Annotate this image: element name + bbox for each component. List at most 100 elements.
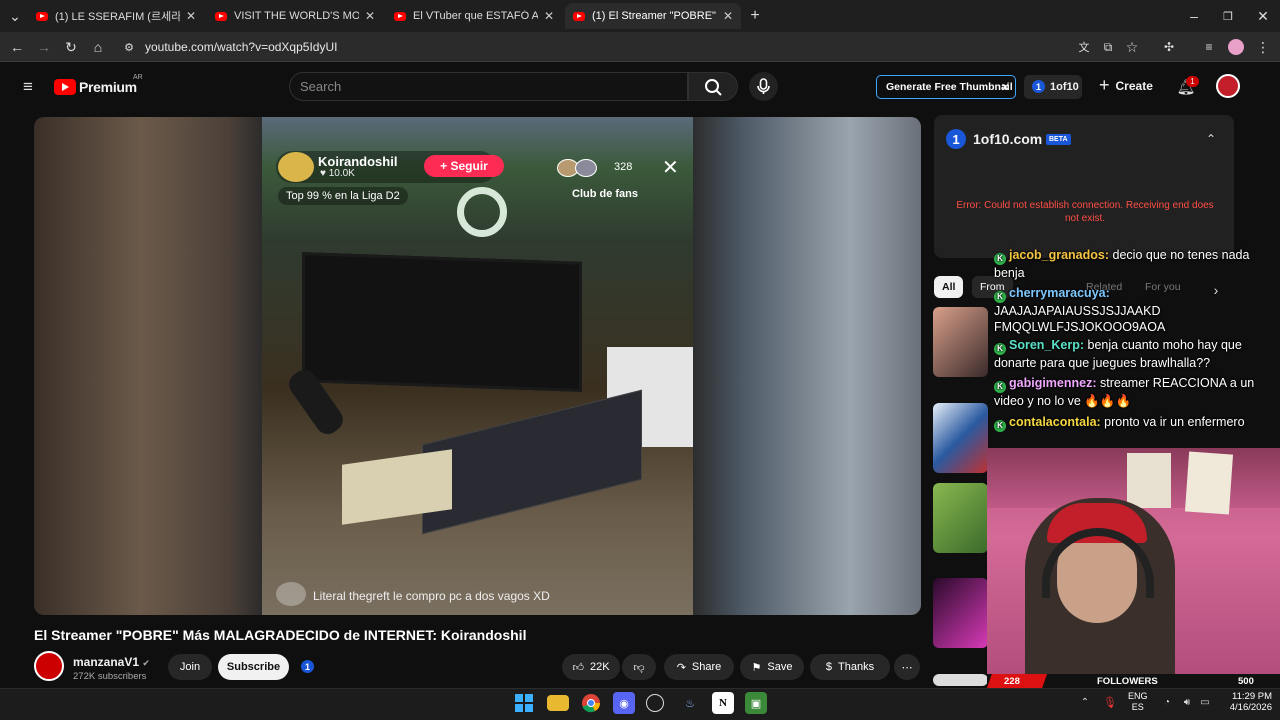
video-title: El Streamer "POBRE" Más MALAGRADECIDO de… xyxy=(34,627,527,643)
oneof10-extension-button[interactable]: 1 1of10 xyxy=(1024,75,1082,99)
close-icon[interactable]: ✕ xyxy=(1001,81,1010,94)
comment-avatar xyxy=(276,582,306,606)
chat-badge-icon: K xyxy=(994,253,1006,265)
collapse-chevron-icon[interactable]: ⌃ xyxy=(1201,129,1221,149)
filter-chip-all[interactable]: All xyxy=(934,276,964,298)
install-app-icon[interactable]: ⧉ xyxy=(1099,38,1117,56)
ring-light-object xyxy=(457,187,507,237)
close-tab-icon[interactable]: ✕ xyxy=(723,9,733,23)
clock-date: 4/16/2026 xyxy=(1229,702,1272,713)
media-controls-icon[interactable]: ≡ xyxy=(1200,38,1218,56)
profile-avatar[interactable] xyxy=(1228,39,1244,55)
beta-badge: BETA xyxy=(1046,134,1071,145)
app-icon[interactable]: ▣ xyxy=(745,692,767,714)
account-avatar[interactable] xyxy=(1216,74,1240,98)
search-icon xyxy=(705,79,722,96)
translate-icon[interactable]: 文 xyxy=(1075,38,1093,56)
minimize-icon[interactable]: – xyxy=(1186,6,1202,26)
close-tab-icon[interactable]: ✕ xyxy=(544,9,554,23)
new-tab-icon[interactable]: + xyxy=(745,6,765,26)
forward-icon[interactable]: → xyxy=(35,38,53,56)
chat-message: Kjacob_granados: decio que no tenes nada… xyxy=(994,247,1278,281)
maximize-icon[interactable]: ❐ xyxy=(1220,6,1236,26)
thanks-button[interactable]: $ Thanks xyxy=(810,654,890,680)
save-button[interactable]: ⚑ Save xyxy=(740,654,804,680)
follower-goal-bar: 228 FOLLOWERS 500 xyxy=(987,674,1280,688)
close-window-icon[interactable]: ✕ xyxy=(1255,6,1271,26)
chrome-logo-icon xyxy=(582,694,600,713)
reload-icon[interactable]: ↻ xyxy=(62,38,80,56)
tiktok-viewer-avatars xyxy=(557,159,601,177)
thumbs-up-icon: 👍︎ xyxy=(572,661,584,674)
browser-tab-active[interactable]: (1) El Streamer "POBRE" Más M✕ xyxy=(565,3,741,29)
channel-name[interactable]: manzanaV1 ✔ xyxy=(73,655,150,669)
tiktok-likes: ♥ 10.0K xyxy=(320,168,355,179)
browser-tab[interactable]: VISIT THE WORLD'S MOST HUN✕ xyxy=(207,3,383,29)
file-explorer-icon[interactable] xyxy=(547,695,569,711)
youtube-premium-logo[interactable]: Premium xyxy=(79,79,137,95)
recommended-video-thumbnail[interactable] xyxy=(933,578,988,648)
tab-search-icon[interactable]: ⌄ xyxy=(6,7,24,25)
oneof10-panel-title: 1of10.com xyxy=(973,131,1043,147)
volume-icon[interactable]: 🔊︎ xyxy=(1180,694,1194,710)
oneof10-label: 1of10 xyxy=(1050,81,1079,93)
close-tab-icon[interactable]: ✕ xyxy=(186,9,196,23)
extensions-icon[interactable]: ✣ xyxy=(1160,38,1178,56)
chat-badge-icon: K xyxy=(994,291,1006,303)
voice-search-button[interactable] xyxy=(749,72,778,101)
chat-username: gabigimennez: xyxy=(1009,376,1097,390)
steam-icon[interactable]: ♨ xyxy=(679,692,701,714)
browser-tab[interactable]: El VTuber que ESTAFÓ A LA ÉLI✕ xyxy=(386,3,562,29)
share-icon: ↷ xyxy=(676,661,686,674)
follower-goal-label: FOLLOWERS xyxy=(1097,676,1158,687)
generate-thumbnail-button[interactable]: Generate Free Thumbnail ✕ xyxy=(876,75,1016,99)
youtube-favicon-icon xyxy=(394,11,406,21)
video-player[interactable]: Koirandoshil ♥ 10.0K + Seguir 328 ✕ Top … xyxy=(34,117,921,615)
like-button[interactable]: 👍︎ 22K xyxy=(562,654,620,680)
recommended-video-thumbnail[interactable] xyxy=(933,674,988,686)
chrome-icon[interactable] xyxy=(580,692,602,714)
url-field[interactable]: youtube.com/watch?v=odXqp5IdyUI xyxy=(145,40,337,54)
follower-goal-target: 500 xyxy=(1238,676,1254,687)
search-button[interactable] xyxy=(688,72,738,101)
keyboard-layout: ES xyxy=(1131,702,1144,712)
notion-icon[interactable]: N xyxy=(712,692,734,714)
system-clock[interactable]: 11:29 PM 4/16/2026 xyxy=(1222,691,1272,713)
verified-check-icon: ✔ xyxy=(142,658,150,668)
close-tab-icon[interactable]: ✕ xyxy=(365,9,375,23)
hamburger-menu-icon[interactable]: ≡ xyxy=(18,77,38,97)
wifi-icon[interactable]: ◔ xyxy=(1160,694,1174,710)
create-button[interactable]: + Create xyxy=(1099,75,1153,96)
home-icon[interactable]: ⌂ xyxy=(89,38,107,56)
dislike-button[interactable]: 👎︎ xyxy=(622,654,656,680)
recommended-video-thumbnail[interactable] xyxy=(933,307,988,377)
back-icon[interactable]: ← xyxy=(8,38,26,56)
tiktok-comment: Literal thegreft le compro pc a dos vago… xyxy=(313,589,550,603)
subscribe-button[interactable]: Subscribe xyxy=(218,654,289,680)
channel-avatar[interactable] xyxy=(34,651,64,681)
tiktok-rank-text: Top 99 % en la Liga D2 xyxy=(286,190,400,202)
bookmark-star-icon[interactable]: ☆ xyxy=(1123,38,1141,56)
youtube-logo-icon[interactable] xyxy=(54,79,76,95)
browser-menu-icon[interactable]: ⋮ xyxy=(1256,38,1270,56)
discord-icon[interactable]: ◉ xyxy=(613,692,635,714)
tiktok-avatar xyxy=(278,152,314,182)
tray-overflow-icon[interactable]: ⌃ xyxy=(1078,694,1092,710)
join-button[interactable]: Join xyxy=(168,654,212,680)
recommended-video-thumbnail[interactable] xyxy=(933,403,988,473)
microphone-icon xyxy=(757,78,770,94)
mic-in-use-icon[interactable]: 🎙︎ xyxy=(1103,694,1117,710)
windows-start-icon[interactable] xyxy=(513,692,535,714)
share-button[interactable]: ↷ Share xyxy=(664,654,734,680)
region-code: AR xyxy=(133,74,143,81)
streamer-webcam xyxy=(987,448,1280,674)
search-input[interactable]: Search xyxy=(289,72,688,101)
recommended-video-thumbnail[interactable] xyxy=(933,483,988,553)
browser-tab[interactable]: (1) LE SSERAFIM (르세라핌) 'Co✕ xyxy=(28,3,204,29)
chat-username: cherrymaracuya: xyxy=(1009,286,1110,300)
language-indicator[interactable]: ENG ES xyxy=(1128,691,1148,713)
battery-icon[interactable]: ▭ xyxy=(1198,694,1212,710)
site-info-icon[interactable]: ⚙ xyxy=(120,38,138,56)
obs-icon[interactable] xyxy=(646,694,664,712)
more-actions-button[interactable]: ⋯ xyxy=(894,654,920,680)
